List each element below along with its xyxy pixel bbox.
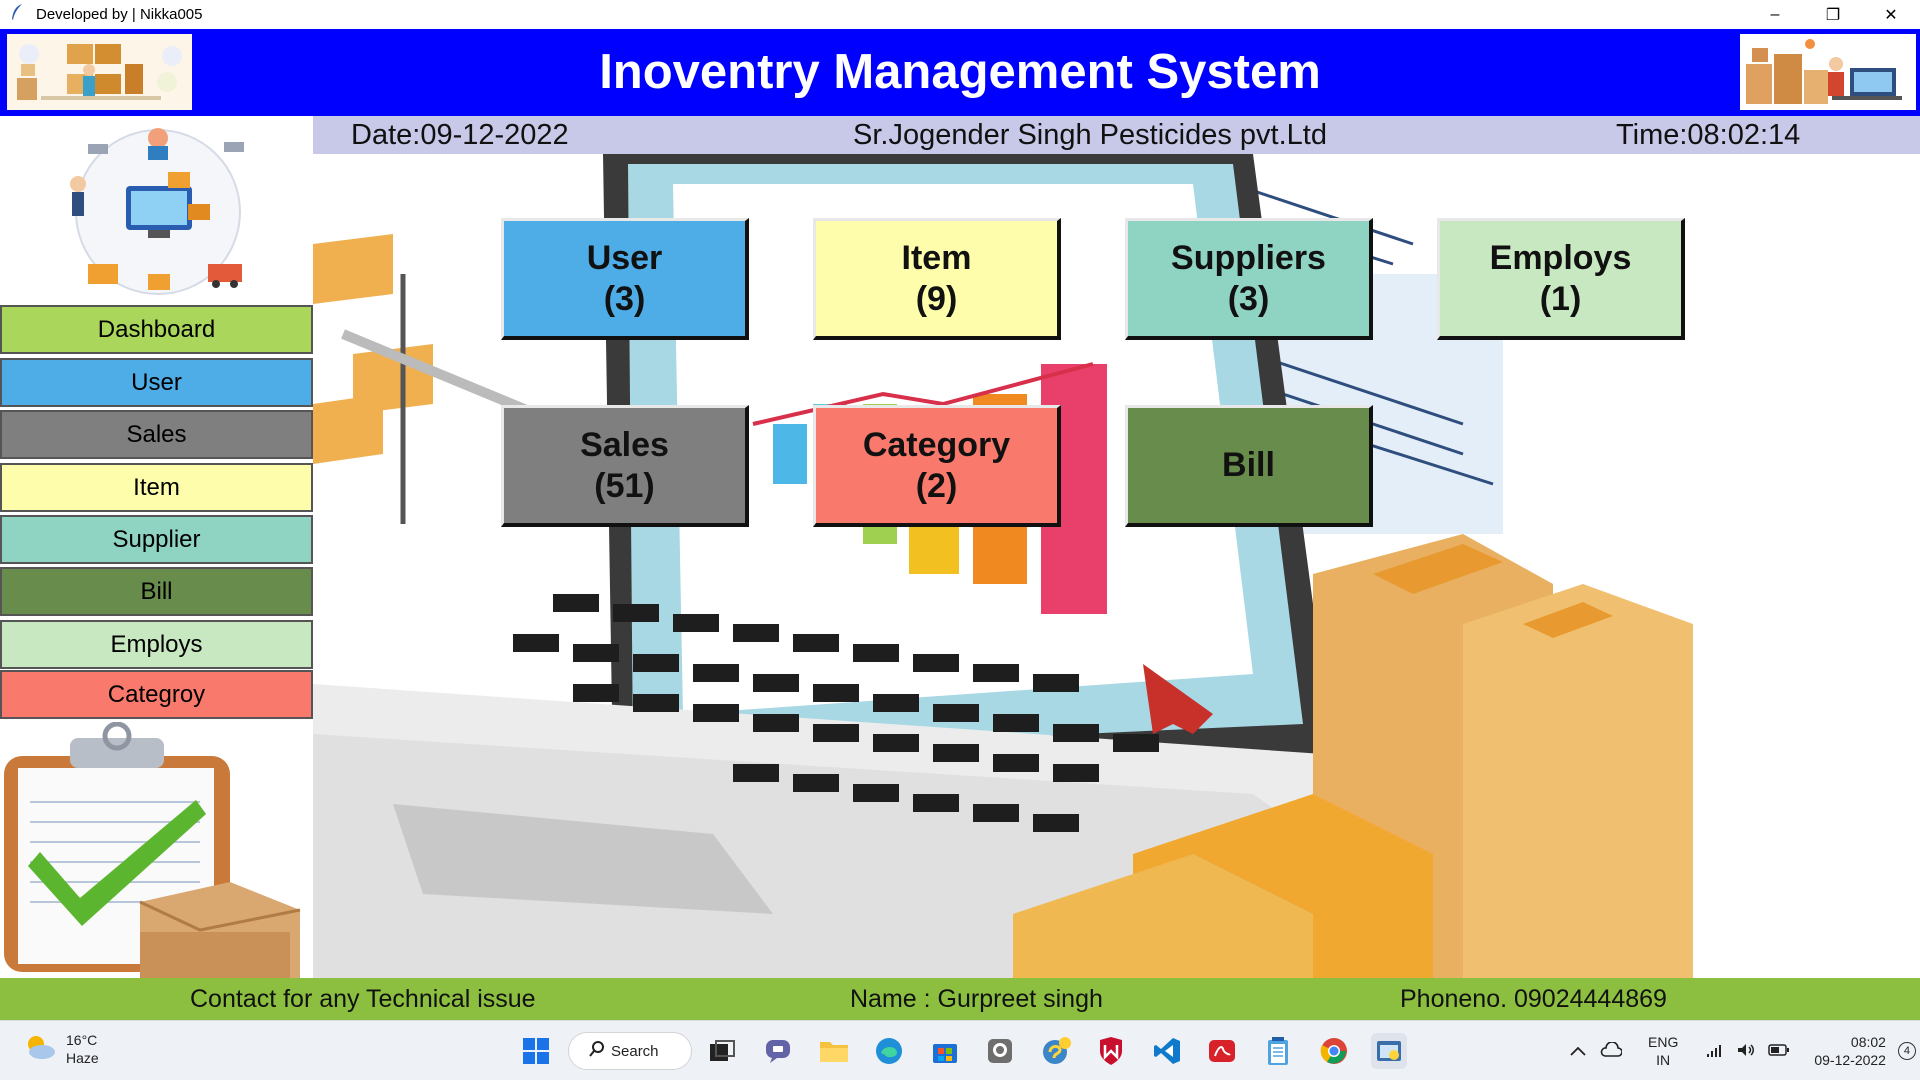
tile-count: (1) <box>1539 279 1582 318</box>
chevron-up-icon[interactable] <box>1570 1043 1586 1059</box>
chrome-icon[interactable] <box>1316 1033 1352 1069</box>
teams-chat-icon[interactable] <box>760 1033 796 1069</box>
restore-button[interactable]: ❐ <box>1804 0 1862 29</box>
close-button[interactable]: ✕ <box>1862 0 1920 29</box>
window-titlebar: Developed by | Nikka005 – ❐ ✕ <box>0 0 1920 29</box>
weather-widget[interactable]: 16°C Haze <box>22 1031 99 1067</box>
sidebar-item-user[interactable]: User <box>0 358 313 407</box>
wifi-signal-icon[interactable] <box>1706 1042 1724 1061</box>
sidebar-item-label: Dashboard <box>97 315 216 343</box>
language-indicator[interactable]: ENG IN <box>1648 1033 1678 1069</box>
python-app-active-icon[interactable] <box>1371 1033 1407 1069</box>
contact-footer: Contact for any Technical issue Name : G… <box>0 978 1920 1020</box>
tile-label: Item <box>901 238 972 277</box>
tile-suppliers[interactable]: Suppliers (3) <box>1125 218 1373 340</box>
battery-icon[interactable] <box>1768 1043 1790 1059</box>
window-title: Developed by | Nikka005 <box>36 6 203 23</box>
time-label: Time:08:02:14 <box>1616 119 1801 151</box>
warehouse-logo-right <box>1740 34 1916 110</box>
volume-icon[interactable] <box>1736 1042 1756 1061</box>
feather-app-icon <box>6 3 28 26</box>
tile-count: (2) <box>915 466 958 505</box>
sidebar-item-item[interactable]: Item <box>0 463 313 512</box>
language-code: ENG <box>1648 1034 1679 1050</box>
sidebar-item-label: Employs <box>110 630 203 658</box>
tile-label: User <box>586 238 663 277</box>
sidebar-item-dashboard[interactable]: Dashboard <box>0 305 313 354</box>
system-tray: ENG IN 08:02 09-12-2022 4 <box>1570 1021 1916 1081</box>
taskbar-clock[interactable]: 08:02 09-12-2022 <box>1814 1033 1886 1069</box>
company-name: Sr.Jogender Singh Pesticides pvt.Ltd <box>853 119 1327 151</box>
app-header: Inoventry Management System <box>0 29 1920 116</box>
tile-label: Bill <box>1222 446 1275 484</box>
logistics-illustration <box>28 124 288 300</box>
tile-count: (3) <box>603 279 646 318</box>
task-view-icon[interactable] <box>704 1033 740 1069</box>
tile-count: (51) <box>594 466 655 505</box>
search-label: Search <box>611 1042 659 1060</box>
footer-contact-text: Contact for any Technical issue <box>190 985 536 1013</box>
sidebar-item-label: User <box>131 368 182 396</box>
python-idle-icon[interactable] <box>1038 1033 1074 1069</box>
sidebar-item-categroy[interactable]: Categroy <box>0 670 313 719</box>
info-bar: Date:09-12-2022 Sr.Jogender Singh Pestic… <box>313 116 1920 154</box>
sidebar-item-employs[interactable]: Employs <box>0 620 313 669</box>
tile-label: Category <box>862 425 1011 464</box>
tile-category[interactable]: Category (2) <box>813 405 1061 527</box>
clock-time: 08:02 <box>1850 1034 1886 1050</box>
microsoft-store-icon[interactable] <box>927 1033 963 1069</box>
tile-user[interactable]: User (3) <box>501 218 749 340</box>
windows-start-icon[interactable] <box>518 1033 554 1069</box>
sidebar-item-sales[interactable]: Sales <box>0 410 313 459</box>
app-title: Inoventry Management System <box>599 45 1321 99</box>
sidebar-item-bill[interactable]: Bill <box>0 567 313 616</box>
taskbar-search-button[interactable]: Search <box>568 1032 692 1070</box>
footer-name-text: Name : Gurpreet singh <box>850 985 1103 1013</box>
edge-browser-icon[interactable] <box>871 1033 907 1069</box>
footer-phone-text: Phoneno. 09024444869 <box>1400 985 1667 1013</box>
sidebar-item-label: Categroy <box>107 680 206 708</box>
minimize-button[interactable]: – <box>1746 0 1804 29</box>
weather-description: Haze <box>66 1050 99 1066</box>
sidebar-item-label: Sales <box>126 420 187 448</box>
region-code: IN <box>1656 1052 1671 1068</box>
weather-haze-icon <box>22 1032 56 1067</box>
tile-count: (9) <box>915 279 958 318</box>
tile-bill[interactable]: Bill <box>1125 405 1373 527</box>
onedrive-cloud-icon[interactable] <box>1600 1040 1623 1061</box>
sidebar-item-label: Bill <box>140 577 173 605</box>
tile-sales[interactable]: Sales (51) <box>501 405 749 527</box>
acrobat-reader-icon[interactable] <box>1204 1033 1240 1069</box>
date-label: Date:09-12-2022 <box>351 119 569 151</box>
notepad-icon[interactable] <box>1260 1033 1296 1069</box>
weather-temperature: 16°C <box>66 1032 98 1048</box>
mcafee-shield-icon[interactable] <box>1093 1033 1129 1069</box>
tile-item[interactable]: Item (9) <box>813 218 1061 340</box>
sidebar: Dashboard User Sales Item Supplier Bill … <box>0 116 313 978</box>
clipboard-checkmark-illustration <box>0 721 313 978</box>
sidebar-item-label: Item <box>133 473 180 501</box>
tile-label: Employs <box>1489 238 1632 277</box>
windows-taskbar: 16°C Haze Search ENG IN 08:02 09-12-2022… <box>0 1020 1920 1080</box>
file-explorer-icon[interactable] <box>816 1033 852 1069</box>
vscode-icon[interactable] <box>1149 1033 1185 1069</box>
tile-employs[interactable]: Employs (1) <box>1437 218 1685 340</box>
tile-count: (3) <box>1227 279 1270 318</box>
dashboard-main: User (3) Item (9) Suppliers (3) Employs … <box>313 154 1920 978</box>
sidebar-item-label: Supplier <box>112 525 201 553</box>
sidebar-item-supplier[interactable]: Supplier <box>0 515 313 564</box>
tile-label: Suppliers <box>1171 238 1326 277</box>
search-icon <box>589 1041 605 1061</box>
clock-date: 09-12-2022 <box>1814 1052 1886 1068</box>
tile-label: Sales <box>580 425 669 464</box>
github-desktop-icon[interactable] <box>982 1033 1018 1069</box>
notification-badge[interactable]: 4 <box>1897 1042 1916 1060</box>
